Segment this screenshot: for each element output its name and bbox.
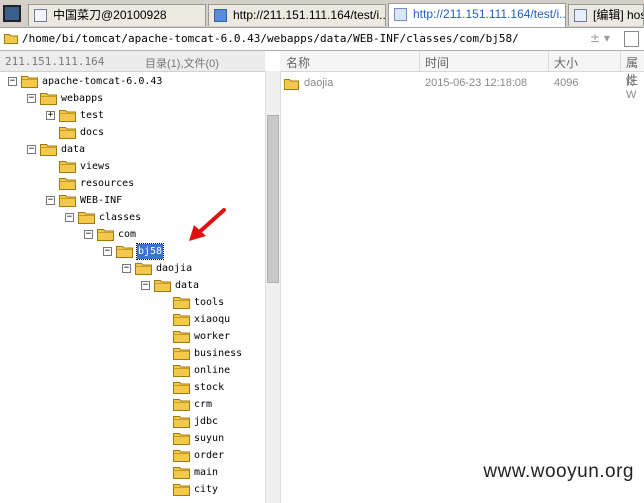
address-controls[interactable]: ± ▾ bbox=[590, 31, 610, 45]
tree-node-label[interactable]: crm bbox=[194, 396, 212, 413]
tree-node-label[interactable]: jdbc bbox=[194, 413, 218, 430]
folder-icon bbox=[154, 278, 171, 298]
folder-icon bbox=[78, 210, 95, 230]
tree-node-label[interactable]: business bbox=[194, 345, 242, 362]
folder-icon bbox=[97, 227, 114, 247]
tab-edit-host[interactable]: [编辑] host bbox=[568, 4, 644, 26]
tab-label: http://211.151.111.164/test/i... bbox=[413, 7, 566, 21]
expand-icon[interactable]: + bbox=[46, 111, 55, 120]
folder-icon bbox=[135, 261, 152, 281]
file-time: 2015-06-23 12:18:08 bbox=[425, 77, 528, 89]
tree-node-label[interactable]: online bbox=[194, 362, 230, 379]
tab-webshell-2[interactable]: http://211.151.111.164/test/i... bbox=[388, 3, 566, 27]
file-list-panel: 名称 时间 大小 属性 daojia 2015-06-23 12:18:08 4… bbox=[280, 51, 644, 503]
tree-node-label[interactable]: tools bbox=[194, 294, 224, 311]
tree-node-label[interactable]: webapps bbox=[61, 90, 103, 107]
collapse-icon[interactable]: − bbox=[141, 281, 150, 290]
tree-node-label[interactable]: main bbox=[194, 464, 218, 481]
file-name: daojia bbox=[304, 77, 334, 89]
file-list-header: 名称 时间 大小 属性 bbox=[280, 51, 644, 87]
collapse-icon[interactable]: − bbox=[84, 230, 93, 239]
address-path[interactable]: /home/bi/tomcat/apache-tomcat-6.0.43/web… bbox=[22, 32, 519, 45]
collapse-icon[interactable]: − bbox=[27, 145, 36, 154]
file-size: 4096 bbox=[554, 77, 579, 89]
tree-node-label[interactable]: suyun bbox=[194, 430, 224, 447]
folder-icon bbox=[116, 244, 133, 264]
scrollbar-thumb[interactable] bbox=[267, 115, 279, 283]
watermark: www.wooyun.org bbox=[483, 461, 634, 482]
folder-icon bbox=[4, 34, 18, 44]
page-icon bbox=[34, 9, 47, 22]
file-row[interactable]: daojia 2015-06-23 12:18:08 4096 R W bbox=[280, 75, 644, 101]
folder-icon bbox=[40, 142, 57, 162]
folder-icon bbox=[40, 91, 57, 111]
edit-icon bbox=[574, 9, 587, 22]
tab-bar: 中国菜刀@20100928 http://211.151.111.164/tes… bbox=[0, 0, 644, 28]
tree-node-label[interactable]: com bbox=[118, 226, 136, 243]
tree-node-label[interactable]: apache-tomcat-6.0.43 bbox=[42, 73, 162, 90]
tree-node-label[interactable]: classes bbox=[99, 209, 141, 226]
collapse-icon[interactable]: − bbox=[65, 213, 74, 222]
tree-node-label[interactable]: xiaoqu bbox=[194, 311, 230, 328]
folder-icon bbox=[284, 79, 299, 90]
folder-icon bbox=[21, 74, 38, 94]
tree-node-label[interactable]: resources bbox=[80, 175, 134, 192]
tab-label: http://211.151.111.164/test/i... bbox=[233, 8, 386, 22]
tree-node-label[interactable]: stock bbox=[194, 379, 224, 396]
collapse-icon[interactable]: − bbox=[8, 77, 17, 86]
column-time[interactable]: 时间 bbox=[425, 54, 449, 71]
host-address: 211.151.111.164 bbox=[5, 55, 105, 68]
tree-node-label[interactable]: daojia bbox=[156, 260, 192, 277]
column-size[interactable]: 大小 bbox=[554, 54, 578, 71]
web-icon bbox=[394, 8, 407, 21]
directory-tree-panel: 211.151.111.164 目录(1),文件(0) − apache-tomc… bbox=[0, 51, 265, 503]
tree-scrollbar[interactable] bbox=[265, 71, 281, 503]
file-attr: R W bbox=[626, 77, 637, 101]
tab-caidao[interactable]: 中国菜刀@20100928 bbox=[28, 4, 206, 26]
column-name[interactable]: 名称 bbox=[286, 54, 310, 71]
ie-icon bbox=[214, 9, 227, 22]
dir-summary: 目录(1),文件(0) bbox=[145, 58, 219, 70]
address-go-button[interactable] bbox=[624, 31, 639, 47]
tree-node-label[interactable]: worker bbox=[194, 328, 230, 345]
folder-icon bbox=[173, 482, 190, 502]
folder-icon bbox=[59, 193, 76, 213]
tree-header: 211.151.111.164 目录(1),文件(0) bbox=[0, 51, 265, 72]
tree-node-label[interactable]: data bbox=[61, 141, 85, 158]
collapse-icon[interactable]: − bbox=[27, 94, 36, 103]
tree-node-label[interactable]: data bbox=[175, 277, 199, 294]
tree-node-label[interactable]: WEB-INF bbox=[80, 192, 122, 209]
red-arrow-annotation bbox=[189, 208, 226, 241]
collapse-icon[interactable]: − bbox=[122, 264, 131, 273]
tree-node-label[interactable]: docs bbox=[80, 124, 104, 141]
tab-webshell-1[interactable]: http://211.151.111.164/test/i... bbox=[208, 4, 386, 26]
tab-label: 中国菜刀@20100928 bbox=[53, 8, 167, 22]
tree-node-label[interactable]: city bbox=[194, 481, 218, 498]
tree-node-label[interactable]: views bbox=[80, 158, 110, 175]
tree-node-label[interactable]: test bbox=[80, 107, 104, 124]
address-bar[interactable]: /home/bi/tomcat/apache-tomcat-6.0.43/web… bbox=[0, 28, 644, 51]
tree-node-label[interactable]: order bbox=[194, 447, 224, 464]
tree-node-label-selected[interactable]: bj58 bbox=[135, 243, 165, 260]
collapse-icon[interactable]: − bbox=[103, 247, 112, 256]
collapse-icon[interactable]: − bbox=[46, 196, 55, 205]
window-menu-button[interactable] bbox=[3, 5, 21, 22]
tab-label: [编辑] host bbox=[593, 8, 643, 22]
